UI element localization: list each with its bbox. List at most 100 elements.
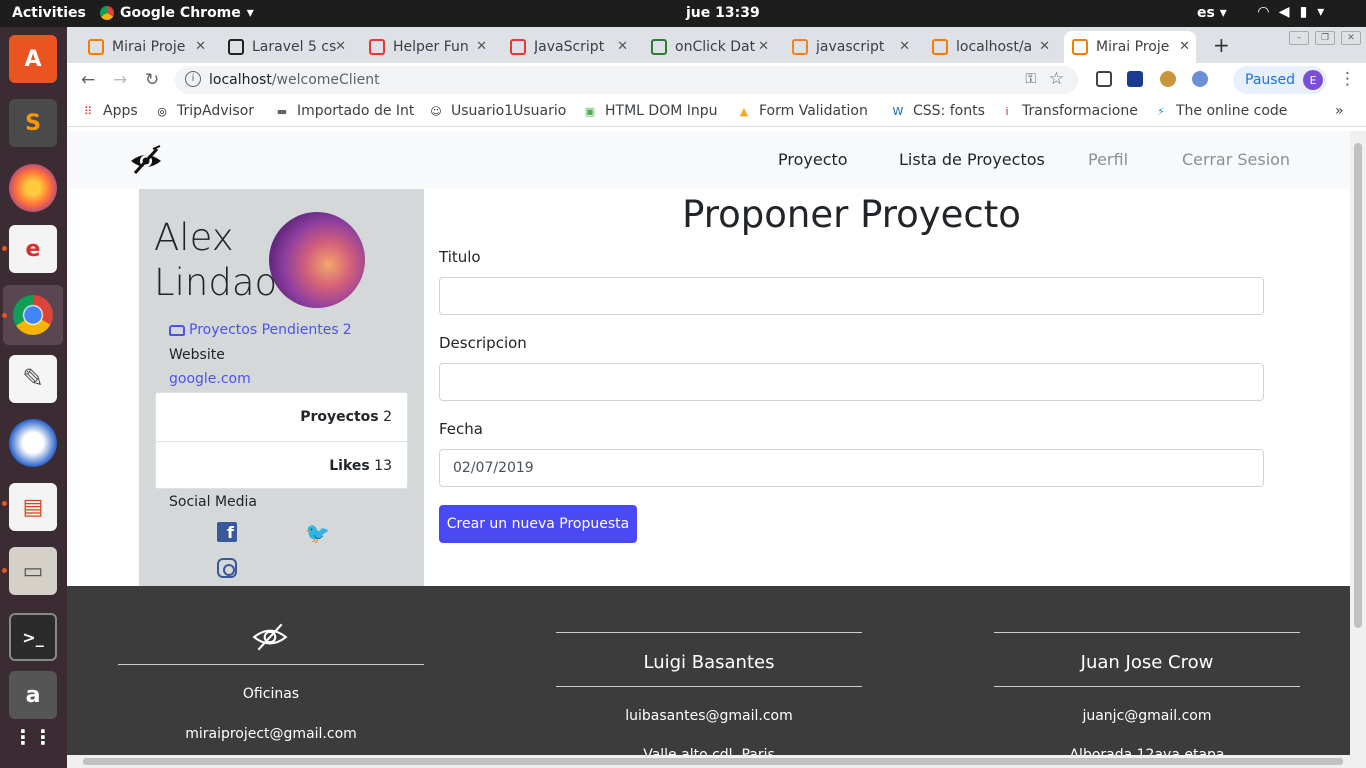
browser-tab[interactable]: javascript ✕: [784, 31, 916, 63]
divider: [994, 632, 1300, 633]
amazon-icon[interactable]: a: [9, 671, 57, 719]
link-icon: [651, 39, 667, 55]
close-tab-icon[interactable]: ✕: [195, 39, 206, 54]
close-tab-icon[interactable]: ✕: [758, 39, 769, 54]
sync-extension-icon[interactable]: [1192, 71, 1208, 87]
browser-tab[interactable]: Helper Fun ✕: [361, 31, 493, 63]
nav-link-cerrar-sesion[interactable]: Cerrar Sesion: [1182, 150, 1290, 169]
language-indicator[interactable]: es ▾: [1197, 5, 1227, 21]
url-text[interactable]: localhost/welcomeClient: [209, 72, 380, 88]
key-icon[interactable]: ⚿: [1025, 71, 1036, 87]
show-apps-icon[interactable]: ⋮⋮: [9, 713, 57, 761]
browser-tab[interactable]: Mirai Proje ✕: [1064, 31, 1196, 63]
bookmark-star-icon[interactable]: ☆: [1049, 69, 1064, 89]
bookmark-item[interactable]: ⚡ The online code: [1154, 103, 1287, 119]
text-editor-icon[interactable]: ✎: [9, 355, 57, 403]
app-menu[interactable]: Google Chrome ▾: [100, 5, 254, 21]
screenshot-extension-icon[interactable]: [1096, 71, 1112, 87]
thunderbird-icon[interactable]: [9, 419, 57, 467]
descripcion-input[interactable]: [439, 363, 1264, 401]
browser-tab[interactable]: Laravel 5 cs ✕: [220, 31, 352, 63]
impress-icon[interactable]: ▤: [9, 483, 57, 531]
mirai-eye-logo-icon[interactable]: [129, 143, 163, 177]
twitter-icon[interactable]: 🐦: [305, 521, 330, 545]
close-tab-icon[interactable]: ✕: [1039, 39, 1050, 54]
facebook-icon[interactable]: f: [217, 522, 237, 542]
maximize-window-icon[interactable]: ❐: [1315, 31, 1335, 45]
volume-icon: ◀: [1278, 4, 1290, 20]
reader-extension-icon[interactable]: [1127, 71, 1143, 87]
system-tray[interactable]: ◠ ◀ ▮ ▾: [1258, 4, 1324, 20]
forward-icon[interactable]: →: [113, 70, 127, 90]
reload-icon[interactable]: ↻: [145, 70, 159, 90]
footer-main-email: miraiproject@gmail.com: [185, 726, 357, 742]
chrome-icon: [13, 295, 53, 335]
w3-green-icon: ▣: [584, 104, 596, 118]
software-center-icon[interactable]: A: [9, 35, 57, 83]
vertical-scrollbar[interactable]: [1350, 131, 1366, 755]
firefox-icon[interactable]: [9, 164, 57, 212]
profile-first-name: Alex: [154, 216, 234, 259]
browser-tab[interactable]: onClick Dat ✕: [643, 31, 775, 63]
footer-member-email: luibasantes@gmail.com: [625, 708, 793, 724]
pending-projects-link[interactable]: Proyectos Pendientes 2: [169, 322, 352, 338]
bookmark-label: Form Validation: [759, 103, 868, 119]
horizontal-scrollbar[interactable]: [67, 755, 1366, 768]
browser-tab[interactable]: JavaScript ✕: [502, 31, 634, 63]
instagram-icon[interactable]: [217, 558, 237, 578]
chrome-dock-icon[interactable]: [3, 285, 63, 345]
tab-title: Mirai Proje: [112, 39, 186, 55]
bookmark-item[interactable]: ▣ HTML DOM Inpu: [583, 103, 718, 119]
bookmark-label: TripAdvisor: [177, 103, 255, 119]
bookmark-item[interactable]: ▬ Importado de Int: [275, 103, 415, 119]
browser-tab[interactable]: localhost/a ✕: [924, 31, 1056, 63]
close-tab-icon[interactable]: ✕: [899, 39, 910, 54]
close-tab-icon[interactable]: ✕: [1179, 39, 1190, 54]
bookmark-item[interactable]: ▲ Form Validation: [737, 103, 868, 119]
list-item: Likes 13: [329, 458, 392, 474]
bookmark-item[interactable]: W CSS: fonts: [891, 103, 985, 119]
pdf-viewer-icon[interactable]: e: [9, 225, 57, 273]
footer-member-address: Alborada 12ava etapa: [1069, 747, 1225, 755]
create-proposal-button[interactable]: Crear un nueva Propuesta: [439, 505, 637, 543]
scrollbar-thumb[interactable]: [1354, 143, 1362, 628]
bookmark-item[interactable]: i Transformacione: [1000, 103, 1137, 119]
browser-tab[interactable]: Mirai Proje ✕: [80, 31, 212, 63]
fecha-input[interactable]: [439, 449, 1264, 487]
website-link[interactable]: google.com: [169, 371, 251, 387]
titulo-input[interactable]: [439, 277, 1264, 315]
divider: [118, 664, 424, 665]
cookie-extension-icon[interactable]: [1160, 71, 1176, 87]
profile-button[interactable]: Paused E: [1233, 66, 1327, 94]
nav-link-proyecto[interactable]: Proyecto: [778, 150, 848, 169]
tab-title: javascript: [816, 39, 885, 55]
nav-link-lista-proyectos[interactable]: Lista de Proyectos: [899, 150, 1045, 169]
tab-strip: Mirai Proje ✕ Laravel 5 cs ✕ Helper Fun ✕ Java…: [67, 27, 1366, 63]
close-tab-icon[interactable]: ✕: [617, 39, 628, 54]
close-tab-icon[interactable]: ✕: [335, 39, 346, 54]
new-tab-icon[interactable]: +: [1213, 33, 1230, 57]
bookmark-item[interactable]: ☺ Usuario1Usuario: [429, 103, 566, 119]
scrollbar-thumb[interactable]: [83, 758, 1343, 765]
close-window-icon[interactable]: ✕: [1341, 31, 1361, 45]
footer-member-name: Juan Jose Crow: [1080, 652, 1214, 673]
back-icon[interactable]: ←: [81, 70, 95, 90]
clock[interactable]: jue 13:39: [686, 5, 760, 21]
cp-icon: [228, 39, 244, 55]
bookmark-item[interactable]: ◎ TripAdvisor: [155, 103, 254, 119]
terminal-icon[interactable]: >_: [9, 613, 57, 661]
minimize-window-icon[interactable]: –: [1289, 31, 1309, 45]
nav-link-perfil[interactable]: Perfil: [1088, 150, 1128, 169]
close-tab-icon[interactable]: ✕: [476, 39, 487, 54]
site-info-icon[interactable]: i: [185, 71, 201, 87]
site-footer: Oficinas miraiproject@gmail.com Luigi Ba…: [67, 586, 1350, 755]
sublime-text-icon[interactable]: S: [9, 99, 57, 147]
kebab-menu-icon[interactable]: ⋮: [1339, 69, 1356, 89]
bookmark-label: Importado de Int: [297, 103, 415, 119]
chevron-down-icon: ▾: [1317, 4, 1325, 20]
activities-button[interactable]: Activities: [12, 5, 86, 21]
files-icon[interactable]: ▭: [9, 547, 57, 595]
more-bookmarks-icon[interactable]: »: [1335, 103, 1344, 119]
bookmark-item[interactable]: ⠿ Apps: [81, 103, 138, 119]
address-bar[interactable]: i localhost/welcomeClient ⚿ ☆: [175, 66, 1078, 94]
